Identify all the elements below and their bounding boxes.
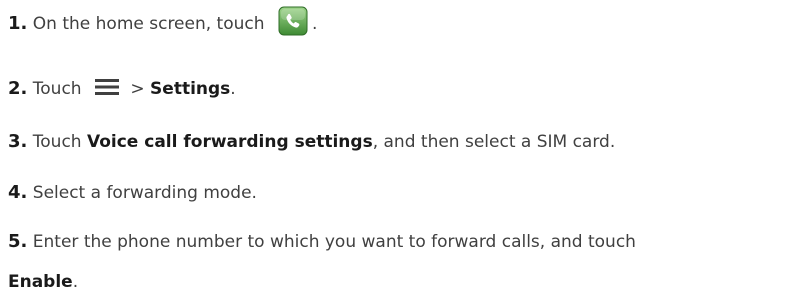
step-5-continued: Enable. <box>8 271 78 293</box>
step-2: 2. Touch > Settings. <box>8 78 236 100</box>
menu-icon <box>94 78 119 96</box>
step-4: 4. Select a forwarding mode. <box>8 182 257 204</box>
step-number: 3. <box>8 131 28 152</box>
step-number: 4. <box>8 182 28 203</box>
step-text: Select a forwarding mode. <box>32 183 257 203</box>
step-text: On the home screen, touch <box>32 14 265 34</box>
enable-label: Enable <box>8 272 73 292</box>
voice-call-forwarding-label: Voice call forwarding settings <box>86 132 373 152</box>
settings-label: Settings <box>150 79 231 99</box>
step-number: 2. <box>8 78 28 99</box>
step-number: 1. <box>8 13 28 34</box>
phone-app-icon <box>278 6 308 36</box>
step-text: Enter the phone number to which you want… <box>32 232 636 252</box>
step-text: Touch <box>32 79 82 99</box>
step-number: 5. <box>8 231 28 252</box>
step-text-end: , and then select a SIM card. <box>372 132 616 152</box>
step-text-end: . <box>230 79 236 99</box>
step-1: 1. On the home screen, touch . <box>8 6 318 36</box>
step-5: 5. Enter the phone number to which you w… <box>8 231 636 253</box>
step-3: 3. Touch Voice call forwarding settings,… <box>8 131 615 153</box>
step-text-end: . <box>311 14 318 34</box>
step-text: Touch <box>32 132 82 152</box>
separator: > <box>130 79 145 99</box>
step-text-end: . <box>72 272 79 292</box>
